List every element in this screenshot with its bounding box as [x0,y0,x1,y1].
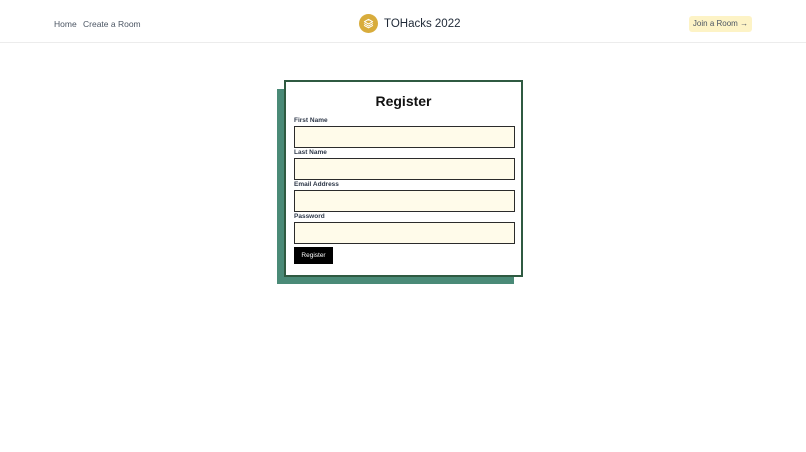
first-name-label: First Name [294,117,328,124]
form-title: Register [375,93,432,109]
password-label: Password [294,213,325,220]
join-room-button[interactable]: Join a Room → [689,16,752,32]
last-name-input[interactable] [294,158,515,180]
last-name-label: Last Name [294,149,327,156]
nav-link-home[interactable]: Home [54,18,77,30]
layers-icon [359,14,378,33]
email-label: Email Address [294,181,339,188]
arrow-right-icon: → [740,19,749,28]
top-navigation-bar: Home Create a Room TOHacks 2022 Join a R… [0,0,806,43]
register-form: Register First Name Last Name Email Addr… [284,80,523,277]
join-room-label: Join a Room [692,19,738,28]
brand[interactable]: TOHacks 2022 [359,14,461,33]
register-button[interactable]: Register [294,247,333,264]
password-input[interactable] [294,222,515,244]
nav-link-create-room[interactable]: Create a Room [83,18,141,30]
first-name-input[interactable] [294,126,515,148]
email-input[interactable] [294,190,515,212]
brand-name: TOHacks 2022 [384,17,461,30]
